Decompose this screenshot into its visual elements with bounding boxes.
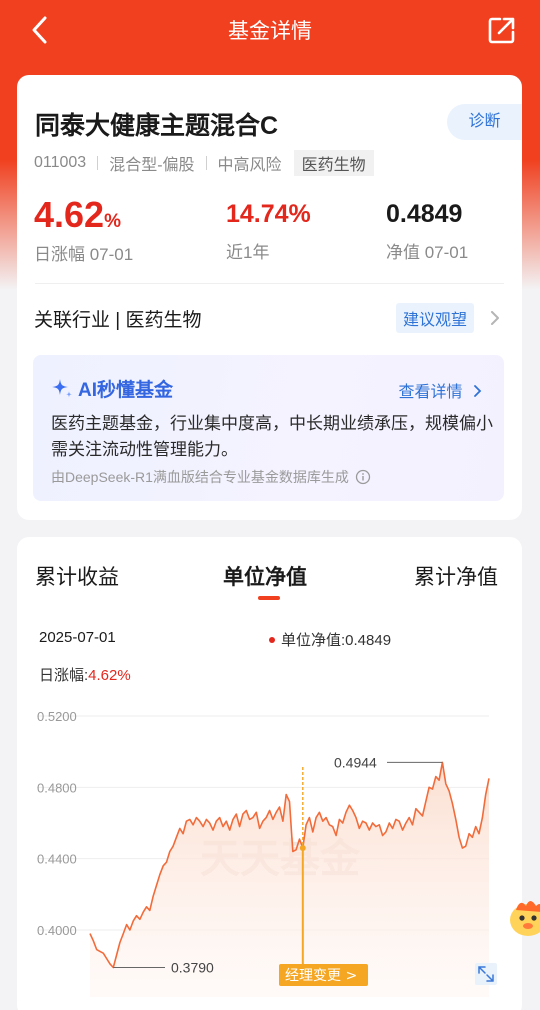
mascot-icon[interactable] — [506, 888, 540, 948]
nav-bar: 基金详情 — [0, 0, 540, 60]
nav-stat: 0.4849 净值 07-01 — [386, 200, 468, 263]
sparkle-icon — [52, 378, 72, 398]
chevron-right-icon[interactable] — [490, 311, 500, 325]
ai-title: AI秒懂基金 — [50, 375, 173, 402]
divider — [35, 283, 504, 284]
related-industry[interactable]: 关联行业 | 医药生物 — [34, 305, 202, 332]
daily-change-stat: 4.62% 日涨幅 07-01 — [34, 194, 133, 265]
chevron-right-icon — [474, 385, 482, 397]
y-tick-label: 0.5200 — [37, 709, 77, 724]
advice-badge[interactable]: 建议观望 — [395, 303, 474, 333]
share-icon[interactable] — [488, 16, 516, 44]
fund-type: 混合型-偏股 — [109, 157, 195, 174]
nav-value: 0.4849 — [386, 200, 463, 228]
year-change-value: 14.74% — [226, 200, 311, 228]
fund-name: 同泰大健康主题混合C — [35, 112, 279, 140]
chart-card: 累计收益 单位净值 累计净值 2025-07-01 单位净值:0.4849 日涨… — [17, 537, 522, 1010]
page-title: 基金详情 — [228, 20, 312, 43]
tag-divider — [205, 156, 207, 170]
y-tick-label: 0.4800 — [37, 780, 77, 795]
area-fill — [90, 762, 489, 997]
manager-change-marker — [299, 844, 306, 851]
ai-source: 由DeepSeek-R1满血版结合专业基金数据库生成 — [51, 467, 371, 487]
y-tick-label: 0.4000 — [37, 923, 77, 938]
ai-more-link[interactable]: 查看详情 — [399, 378, 482, 402]
sector-tag[interactable]: 医药生物 — [293, 150, 374, 176]
ai-more-label: 查看详情 — [398, 384, 463, 401]
ai-summary-box: AI秒懂基金 查看详情 医药主题基金，行业集中度高，中长期业绩承压，规模偏小需关… — [33, 355, 504, 501]
fund-code: 011003 — [34, 154, 87, 171]
manager-change-label: 经理变更 > — [285, 968, 357, 984]
fund-tags: 011003 混合型-偏股 中高风险 医药生物 — [34, 150, 374, 176]
tag-divider — [97, 156, 99, 170]
info-icon[interactable] — [355, 469, 371, 485]
max-value-label: 0.4944 — [334, 754, 377, 770]
nav-label: 净值 07-01 — [386, 243, 469, 262]
fund-summary-card: 同泰大健康主题混合C 诊断 011003 混合型-偏股 中高风险 医药生物 4.… — [17, 75, 522, 520]
ai-source-text: 由DeepSeek-R1满血版结合专业基金数据库生成 — [51, 469, 349, 485]
diagnose-button[interactable]: 诊断 — [447, 104, 522, 140]
daily-change-value: 4.62% — [34, 194, 121, 235]
fund-risk: 中高风险 — [217, 157, 282, 174]
y-tick-label: 0.4400 — [37, 852, 77, 867]
ai-title-text: AI秒懂基金 — [78, 380, 174, 401]
daily-change-label: 日涨幅 07-01 — [34, 245, 134, 264]
year-change-label: 近1年 — [226, 243, 270, 262]
ai-summary-text: 医药主题基金，行业集中度高，中长期业绩承压，规模偏小需关注流动性管理能力。 — [51, 414, 493, 459]
nav-chart[interactable]: 0.52000.48000.44000.4000天天基金经理变更 >0.4944… — [17, 537, 522, 1010]
year-change-stat: 14.74% 近1年 — [226, 200, 311, 263]
min-value-label: 0.3790 — [171, 959, 214, 975]
